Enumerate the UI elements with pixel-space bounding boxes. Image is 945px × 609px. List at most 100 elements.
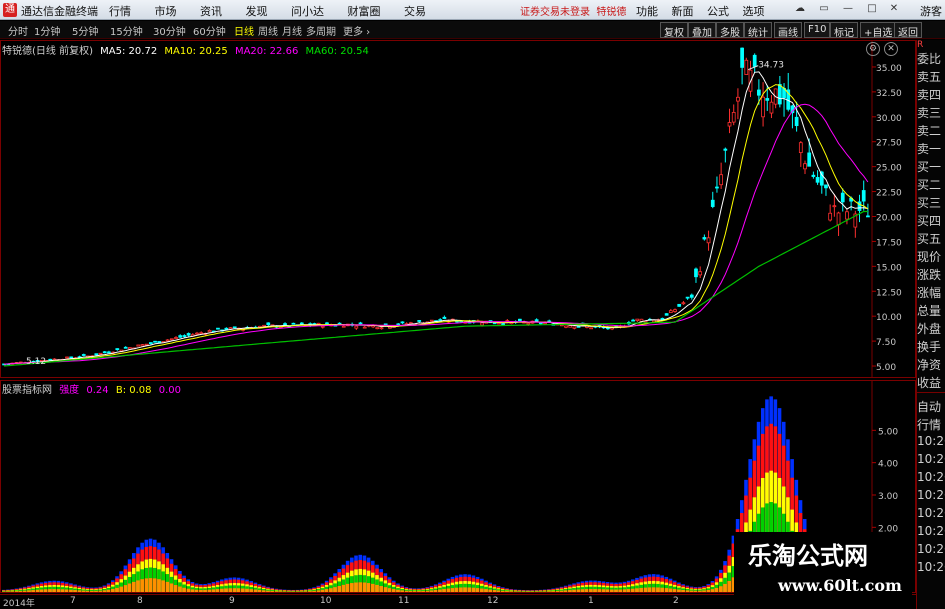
indicator-bar xyxy=(278,591,283,592)
login-status[interactable]: 证券交易未登录 特锐德 xyxy=(520,3,626,18)
kline-chart[interactable]: 35.00 32.50 30.00 27.50 25.00 22.50 20.00 17.50… xyxy=(0,40,916,378)
candle-body xyxy=(719,174,724,186)
period-multi[interactable]: 多周期 xyxy=(306,23,336,38)
indicator-bar xyxy=(94,590,98,592)
candle-body xyxy=(589,327,594,330)
draw-button[interactable]: 画线 xyxy=(774,22,802,39)
layout-icon[interactable]: ▭ xyxy=(818,3,830,15)
period-timeshare[interactable]: 分时 xyxy=(8,23,28,38)
indicator-bar xyxy=(492,590,497,592)
stats-button[interactable]: 统计 xyxy=(744,22,772,39)
candle-body xyxy=(694,268,698,278)
candle-body xyxy=(740,47,744,68)
top-menu: 行情 市场 资讯 发现 问小达 财富圈 交易 xyxy=(109,3,446,19)
cloud-icon[interactable]: ☁ xyxy=(794,3,806,15)
candle-body xyxy=(115,348,120,351)
menu-news[interactable]: 资讯 xyxy=(200,3,222,19)
overlay-button[interactable]: 叠加 xyxy=(688,22,716,39)
menu-trade[interactable]: 交易 xyxy=(404,3,426,19)
indicator-bar xyxy=(513,591,518,592)
ma20-label: MA20: 22.66 xyxy=(234,46,299,57)
indicator-bar xyxy=(677,589,681,592)
indicator-bar xyxy=(580,589,585,592)
date-label: 12 xyxy=(487,596,499,606)
watermark: 乐淘公式网 www.60lt.com xyxy=(734,532,912,604)
date-label: 10 xyxy=(320,596,332,606)
candle-body xyxy=(757,89,761,96)
indicator-bar xyxy=(119,586,124,592)
add-watchlist-button[interactable]: +自选 xyxy=(860,22,897,39)
candle-body xyxy=(497,322,501,325)
auto-quote-label[interactable]: 行情 xyxy=(917,416,945,434)
candle-body xyxy=(186,333,191,336)
indicator-bar xyxy=(90,590,94,592)
indicator-bar xyxy=(563,590,568,592)
price-tick-label: 32.50 xyxy=(876,89,902,99)
back-button[interactable]: 返回 xyxy=(894,22,922,39)
candle-body xyxy=(358,322,363,325)
chart-settings-icon[interactable]: ⚙ xyxy=(866,42,880,56)
candle-body xyxy=(438,319,443,321)
indicator-bar xyxy=(593,589,597,592)
chart-close-icon[interactable]: ✕ xyxy=(884,42,898,56)
period-monthly[interactable]: 月线 xyxy=(282,23,302,38)
maximize-icon[interactable]: □ xyxy=(866,3,878,15)
menu-formula[interactable]: 公式 xyxy=(707,3,729,19)
indicator-bar xyxy=(341,584,346,592)
indicator-bar xyxy=(22,590,27,592)
candle-body xyxy=(698,271,703,276)
candle-body xyxy=(689,294,694,298)
multi-stock-button[interactable]: 多股 xyxy=(716,22,744,39)
indicator-name[interactable]: 股票指标网 xyxy=(2,385,52,396)
tick-time: 10:26 xyxy=(917,560,945,574)
menu-market[interactable]: 市场 xyxy=(155,3,177,19)
candle-body xyxy=(681,302,686,305)
candle-body xyxy=(794,116,799,127)
auto-quote-label[interactable]: 自动 xyxy=(917,398,945,416)
indicator-bar xyxy=(52,589,56,592)
indicator-bar xyxy=(236,588,241,592)
main-chart-info: 特锐德(日线 前复权) MA5: 20.72 MA10: 20.25 MA20:… xyxy=(2,42,373,57)
menu-function[interactable]: 功能 xyxy=(636,3,658,19)
price-tick-label: 7.50 xyxy=(876,338,896,348)
candle-body xyxy=(262,324,266,327)
mark-button[interactable]: 标记 xyxy=(830,22,858,39)
guest-label[interactable]: 游客 xyxy=(920,3,942,19)
candle-body xyxy=(283,323,287,326)
menu-ask[interactable]: 问小达 xyxy=(291,3,324,19)
sub-tick-label: 3.00 xyxy=(878,492,898,502)
tick-time: 10:26 xyxy=(917,542,945,556)
indicator-bar xyxy=(614,589,618,592)
indicator-bar xyxy=(387,588,392,592)
indicator-bar xyxy=(375,584,379,592)
indicator-bar xyxy=(421,590,425,592)
period-1min[interactable]: 1分钟 xyxy=(34,23,60,38)
menu-options[interactable]: 选项 xyxy=(743,3,765,19)
candle-body xyxy=(442,316,447,319)
indicator-bar xyxy=(538,591,543,592)
minimize-icon[interactable]: — xyxy=(842,3,854,15)
period-more[interactable]: 更多 › xyxy=(343,23,370,38)
indicator-bar xyxy=(408,590,413,592)
indicator-bar xyxy=(568,590,572,592)
indicator-bar xyxy=(31,590,35,592)
menu-discover[interactable]: 发现 xyxy=(246,3,268,19)
f10-button[interactable]: F10 xyxy=(804,22,831,38)
period-5min[interactable]: 5分钟 xyxy=(72,23,98,38)
close-icon[interactable]: ✕ xyxy=(888,3,900,15)
menu-new-page[interactable]: 新面 xyxy=(672,3,694,19)
menu-quotes[interactable]: 行情 xyxy=(109,3,131,19)
period-30min[interactable]: 30分钟 xyxy=(153,23,186,38)
indicator-bar xyxy=(203,589,207,592)
candle-body xyxy=(153,340,157,343)
indicator-bar xyxy=(723,583,727,592)
ma10-label: MA10: 20.25 xyxy=(164,46,228,57)
period-60min[interactable]: 60分钟 xyxy=(193,23,226,38)
quote-label: 委比 xyxy=(917,52,942,66)
period-weekly[interactable]: 周线 xyxy=(258,23,278,38)
period-15min[interactable]: 15分钟 xyxy=(110,23,143,38)
menu-wealth[interactable]: 财富圈 xyxy=(348,3,381,19)
candle-body xyxy=(803,163,807,170)
period-daily[interactable]: 日线 xyxy=(234,23,254,38)
adjust-button[interactable]: 复权 xyxy=(660,22,688,39)
